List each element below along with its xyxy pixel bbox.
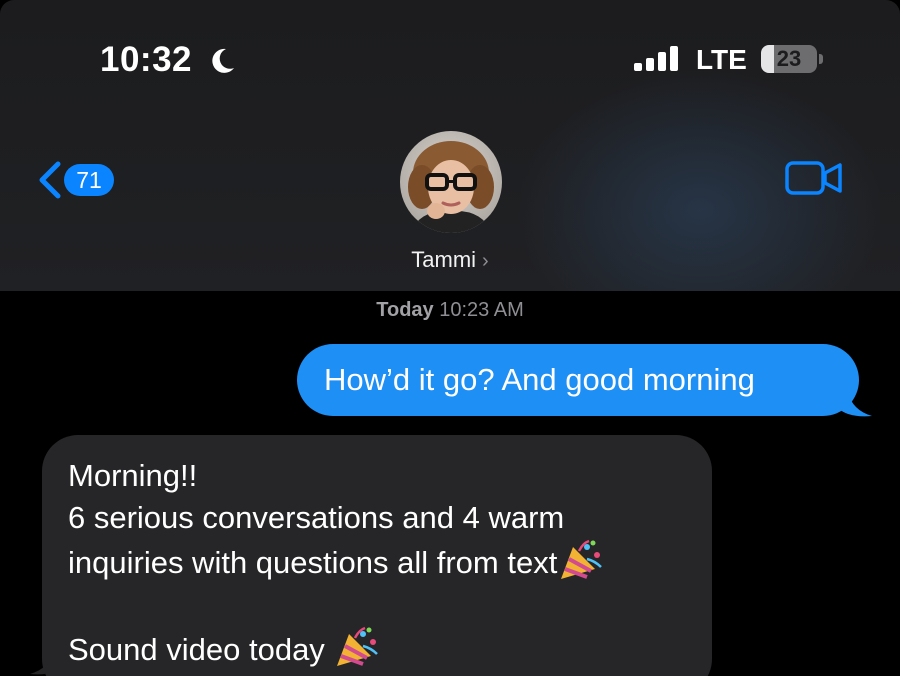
timestamp-time: 10:23 AM <box>439 299 524 321</box>
avatar-photo <box>400 131 502 233</box>
party-popper-icon <box>337 626 379 666</box>
cellular-signal-icon <box>634 46 678 71</box>
moon-icon <box>212 48 234 73</box>
message-line: 6 serious conversations and 4 warm <box>68 500 565 535</box>
messages-screen: 10:32 LTE 23 71 Tammi › Today 10:23 AM H… <box>0 0 900 676</box>
chevron-right-icon: › <box>482 250 489 272</box>
chevron-left-icon <box>39 161 61 199</box>
conversation-header: 10:32 LTE 23 71 Tammi › <box>0 0 900 291</box>
message-line-text: inquiries with questions all from text <box>68 545 558 580</box>
incoming-bubble-tail <box>30 650 64 675</box>
outgoing-message-bubble[interactable]: How’d it go? And good morning <box>297 344 859 416</box>
contact-name[interactable]: Tammi › <box>0 247 900 273</box>
message-line: Morning!! <box>68 458 198 493</box>
battery-cap <box>819 54 823 64</box>
party-popper-icon <box>561 539 603 579</box>
message-timestamp: Today 10:23 AM <box>0 299 900 322</box>
network-type: LTE <box>696 44 747 75</box>
timestamp-day: Today <box>376 299 434 321</box>
message-line: inquiries with questions all from text <box>68 539 686 584</box>
message-line-text: Sound video today <box>68 632 325 667</box>
back-button[interactable]: 71 <box>30 158 120 202</box>
message-line: Sound video today <box>68 626 686 671</box>
unread-count-badge: 71 <box>64 164 114 196</box>
outgoing-bubble-tail <box>838 392 872 417</box>
battery-level: 23 <box>776 46 802 71</box>
incoming-message-bubble[interactable]: Morning!! 6 serious conversations and 4 … <box>42 435 712 676</box>
status-time: 10:32 <box>100 40 193 79</box>
battery-indicator: 23 <box>761 45 817 73</box>
contact-avatar[interactable] <box>400 131 502 233</box>
contact-name-label: Tammi <box>411 247 477 272</box>
video-camera-icon[interactable] <box>784 158 844 198</box>
